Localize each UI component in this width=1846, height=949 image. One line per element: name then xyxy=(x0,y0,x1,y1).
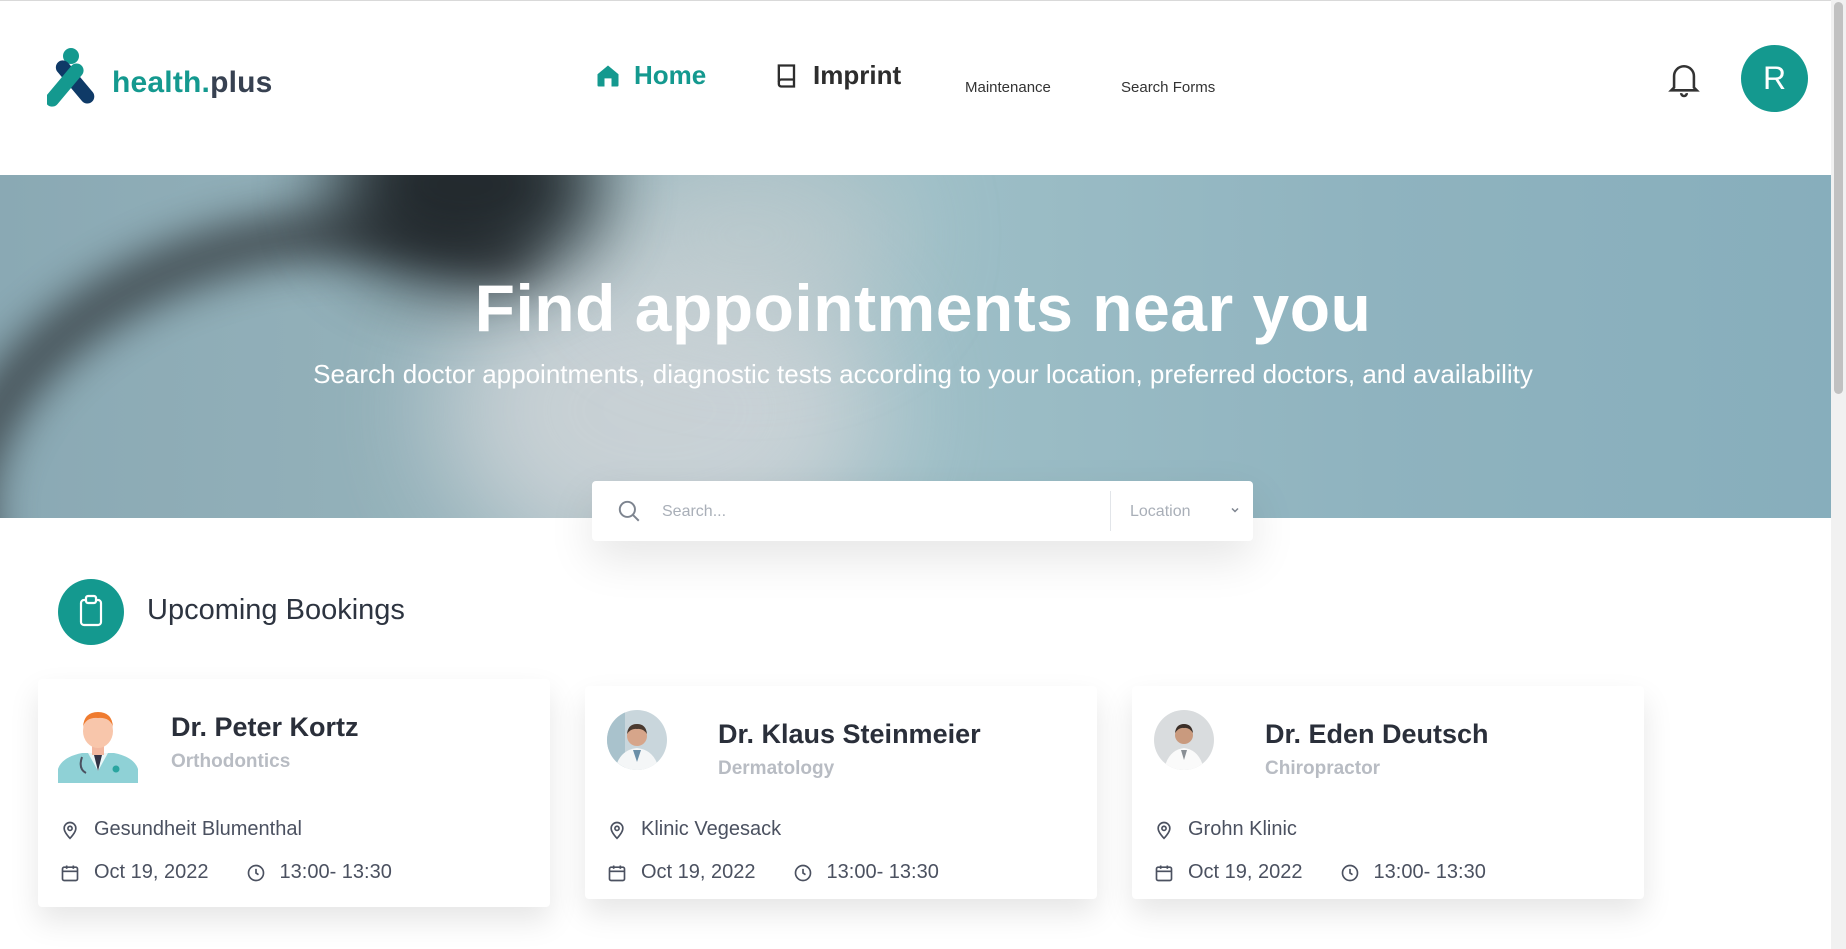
search-divider xyxy=(1110,491,1111,531)
clock-icon xyxy=(247,864,264,881)
location-text: Klinic Vegesack xyxy=(641,818,782,840)
user-avatar[interactable]: R xyxy=(1741,45,1808,112)
calendar-icon xyxy=(61,865,79,881)
location-text: Gesundheit Blumenthal xyxy=(94,818,302,840)
clock-icon xyxy=(1341,864,1358,881)
hero-banner: Find appointments near you Search doctor… xyxy=(0,175,1831,518)
scrollbar-track[interactable] xyxy=(1831,0,1846,949)
time-text: 13:00- 13:30 xyxy=(279,861,392,883)
clipboard-icon xyxy=(58,579,124,645)
calendar-icon xyxy=(608,865,626,881)
nav-search-forms[interactable]: Search Forms xyxy=(1121,79,1215,96)
home-icon xyxy=(597,65,619,86)
doctor-name: Dr. Klaus Steinmeier xyxy=(718,719,981,749)
booking-datetime: Oct 19, 2022 13:00- 13:30 xyxy=(1154,861,1486,884)
section-title: Upcoming Bookings xyxy=(147,594,405,626)
top-border xyxy=(0,0,1846,1)
date-text: Oct 19, 2022 xyxy=(1188,861,1303,883)
search-input[interactable] xyxy=(660,495,1094,529)
map-pin-icon xyxy=(610,821,624,840)
map-pin-icon xyxy=(63,821,77,840)
chevron-down-icon[interactable] xyxy=(1230,505,1240,515)
doctor-avatar xyxy=(1154,710,1214,770)
doctor-avatar xyxy=(58,703,138,783)
search-bar: Location xyxy=(592,481,1253,541)
doctor-specialty: Orthodontics xyxy=(171,751,291,772)
brand-part-2: plus xyxy=(210,66,273,99)
nav-imprint-label: Imprint xyxy=(813,60,902,90)
doctor-specialty: Dermatology xyxy=(718,758,835,779)
booking-card[interactable]: Dr. Peter Kortz Orthodontics Gesundheit … xyxy=(38,679,550,907)
date-text: Oct 19, 2022 xyxy=(641,861,756,883)
nav-maintenance[interactable]: Maintenance xyxy=(965,79,1051,96)
calendar-icon xyxy=(1155,865,1173,881)
booking-location: Gesundheit Blumenthal xyxy=(60,818,302,841)
doctor-name: Dr. Eden Deutsch xyxy=(1265,719,1489,749)
hero-subtitle: Search doctor appointments, diagnostic t… xyxy=(313,359,1533,389)
booking-card[interactable]: Dr. Klaus Steinmeier Dermatology Klinic … xyxy=(585,686,1097,899)
nav-home-label: Home xyxy=(634,60,707,90)
date-text: Oct 19, 2022 xyxy=(94,861,209,883)
time-text: 13:00- 13:30 xyxy=(1373,861,1486,883)
map-pin-icon xyxy=(1157,821,1171,840)
scrollbar-thumb[interactable] xyxy=(1834,2,1843,394)
nav-imprint[interactable]: Imprint xyxy=(773,60,901,91)
bell-icon[interactable] xyxy=(1667,60,1701,98)
logo-icon[interactable] xyxy=(47,48,95,112)
doctor-name: Dr. Peter Kortz xyxy=(171,712,359,742)
location-text: Grohn Klinic xyxy=(1188,818,1297,840)
search-icon xyxy=(618,500,640,522)
booking-location: Klinic Vegesack xyxy=(607,818,781,841)
booking-location: Grohn Klinic xyxy=(1154,818,1297,841)
doctor-avatar xyxy=(607,710,667,770)
location-select[interactable]: Location xyxy=(1130,503,1191,521)
doctor-specialty: Chiropractor xyxy=(1265,758,1381,779)
brand-name[interactable]: health.plus xyxy=(112,66,273,100)
booking-datetime: Oct 19, 2022 13:00- 13:30 xyxy=(607,861,939,884)
booking-datetime: Oct 19, 2022 13:00- 13:30 xyxy=(60,861,392,884)
hero-title: Find appointments near you xyxy=(474,271,1372,345)
booking-card[interactable]: Dr. Eden Deutsch Chiropractor Grohn Klin… xyxy=(1132,686,1644,899)
clock-icon xyxy=(794,864,811,881)
book-icon xyxy=(777,63,796,88)
nav-home[interactable]: Home xyxy=(594,60,706,91)
brand-part-1: health. xyxy=(112,66,211,99)
time-text: 13:00- 13:30 xyxy=(826,861,939,883)
